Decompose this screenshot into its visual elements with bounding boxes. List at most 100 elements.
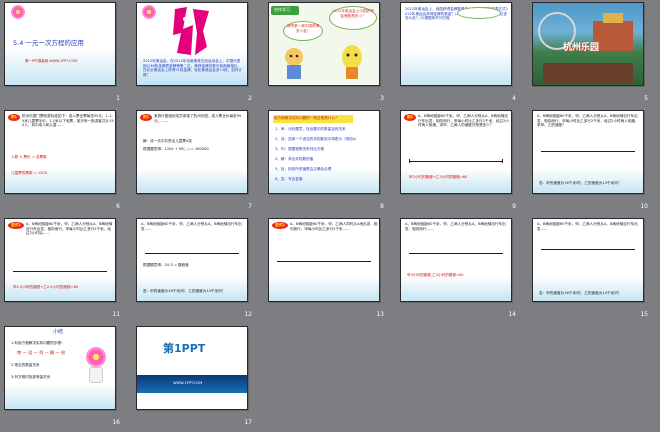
vase-icon [89, 367, 103, 383]
answer-line: 答：甲的速度为16千米/时，乙的速度为14千米/时 [539, 291, 619, 295]
slide-title: 用方程解决实际问题的一般过程是什么？ [274, 116, 339, 120]
equation-line: 甲3小时的路程-乙3小时的路程=60 [407, 273, 464, 277]
slide-number: 7 [248, 203, 252, 210]
slide-number: 12 [244, 311, 252, 318]
answer-line: 答：甲的速度为16千米/时，乙的速度为14千米/时 [539, 181, 619, 185]
slide-thumbnail-2[interactable]: 2012年奥运会，在2012年伦敦奥林匹克运动会上，中国代表团以38枚金牌居奖牌… [136, 2, 248, 86]
slide-text: 某旅行团组织成员参观了杭州乐园，成人票全价每张95元，…… [154, 114, 242, 123]
distance-line [277, 261, 371, 262]
distance-line [541, 151, 635, 152]
slide-background [269, 219, 379, 301]
distance-line [541, 249, 635, 250]
slide-number: 15 [640, 311, 648, 318]
brand-url: WWW.1PPT.COM [173, 381, 203, 385]
flower-icon [140, 5, 158, 19]
slide-thumbnail-17[interactable]: 第1PPT WWW.1PPT.COM [136, 326, 248, 410]
step-item: 3、列：根据相等关系列出方程 [275, 147, 325, 151]
slide-thumbnail-9[interactable]: 例2 A、B两地相距60千米，甲、乙两人分别从A、B两地骑自行车出发，相向而行，… [400, 110, 512, 194]
slide-thumbnail-3[interactable]: 合作学习 请举第一奥中国获得多少金？ 2012年奥运会上中国获得金牌数是多少？ [268, 2, 380, 86]
slide-thumbnail-6[interactable]: 例1 杭州乐园门票收费标准如下：成人票全票每张95元、1-1.5米儿童票半价，1… [4, 110, 116, 194]
slide-thumbnail-1[interactable]: 5.4 一元一次方程的应用 第一PPT模板网-WWW.1PPT.COM [4, 2, 116, 86]
step-item: 5、检：检验所求值是否正确及合理 [275, 167, 332, 171]
slide-number: 11 [112, 311, 120, 318]
variant-tag: 变式1 [8, 222, 24, 229]
slide-number: 9 [512, 203, 516, 210]
slide-text: A、B两地相距60千米，甲、乙两人同时从A地出发，相向而行，甲每小时比乙多行2千… [290, 222, 378, 231]
slide-number: 3 [380, 95, 384, 102]
slide-text: A、B两地相距60千米，甲、乙两人分别从A、B两地骑自行车出发，相向而行，甲每小… [418, 114, 509, 128]
slide-thumbnail-5[interactable]: 杭州乐园 [532, 2, 644, 86]
distance-line [409, 253, 503, 254]
step-item: 6、答：写出答案 [275, 177, 303, 181]
slide-caption: 第一PPT模板网-WWW.1PPT.COM [25, 59, 78, 63]
slide-text: 2012年奥运会，在2012年伦敦奥林匹克运动会上，中国代表团以38枚金牌居奖牌… [143, 59, 242, 77]
example-tag: 例1 [8, 114, 20, 121]
distance-line [13, 271, 107, 272]
slide-number: 6 [116, 203, 120, 210]
slide-title: 小结 [53, 329, 64, 335]
example-tag: 例1 [140, 114, 152, 121]
slide-number: 13 [376, 311, 384, 318]
cartoon-character-icon [285, 48, 303, 79]
distance-line [409, 161, 503, 162]
slide-number: 17 [244, 419, 252, 426]
slide-thumbnail-15[interactable]: A、B两地相距60千米，甲、乙两人分别从A、B两地骑自行车出发…… 答：甲的速度… [532, 218, 644, 302]
answer-line: 答：甲的速度为16千米/时，乙的速度为14千米/时 [143, 289, 223, 293]
slide-text: 杭州乐园门票收费标准如下：成人票全票每张95元、1-1.5米儿童票半价，1.2米… [22, 114, 114, 128]
slide-background [137, 111, 247, 193]
slide-title: 5.4 一元一次方程的应用 [13, 39, 84, 47]
summary-line: 2.常见的数量关系 [11, 363, 40, 367]
line-tick [502, 159, 503, 163]
slide-thumbnail-11[interactable]: 变式1 A、B两地相距60千米，甲、乙两人分别从A、B两地骑自行车出发，相向而行… [4, 218, 116, 302]
slide-thumbnail-4[interactable]: 2012年奥运会上，我国获得金牌数是多少？(1)用哪些量表达式2012年奥运会获… [400, 2, 512, 86]
slide-line: 根据题意得：120x + 95(...) = 160000 [143, 147, 209, 151]
slide-number: 4 [512, 95, 516, 102]
slide-thumbnail-10[interactable]: A、B两地相距60千米，甲、乙两人分别从A、B两地骑自行车出发，相向而行，甲每小… [532, 110, 644, 194]
speech-bubble-right: 2012年奥运会上中国获得金牌数是多少？ [329, 6, 377, 30]
slide-text: A、B两地相距60千米，甲、乙两人分别从A、B两地骑自行车出发…… [141, 222, 242, 231]
slide-line: 儿童票的票款 = 1200 [11, 171, 48, 175]
summary-line: 1.利用方程解决实际问题的步骤： [11, 341, 65, 345]
brand-logo: 第1PPT [163, 342, 206, 355]
slide-text: A、B两地相距60千米，甲、乙两人分别从A、B两地骑自行车出发，相向而行，甲每小… [26, 222, 113, 236]
step-item: 2、设：选择一个适当的未知数用字母表示（例如x） [275, 137, 359, 141]
slide-thumbnail-12[interactable]: A、B两地相距60千米，甲、乙两人分别从A、B两地骑自行车出发…… 根据题意得：… [136, 218, 248, 302]
slide-number: 10 [640, 203, 648, 210]
slide-number: 2 [248, 95, 252, 102]
slide-background [401, 219, 511, 301]
slide-text: A、B两地相距60千米，甲、乙两人分别从A、B两地骑自行车出发…… [537, 222, 638, 231]
equation-line: 根据题意得：20-3 = 路程差 [143, 263, 189, 267]
photo-caption: 杭州乐园 [563, 43, 600, 53]
slide-line: 解：设一天中共售出儿童票x张 [143, 139, 192, 143]
slide-number: 14 [508, 311, 516, 318]
flower-icon [9, 5, 27, 19]
slide-number: 16 [112, 419, 120, 426]
label-badge: 合作学习 [271, 6, 299, 15]
slide-thumbnail-13[interactable]: 变式2 A、B两地相距60千米，甲、乙两人同时从A地出发，相向而行，甲每小时比乙… [268, 218, 380, 302]
step-item: 4、解：求出未知数的值 [275, 157, 314, 161]
summary-line: 3.列方程时找准等量关系 [11, 375, 51, 379]
speech-bubble-left: 请举第一奥中国获得多少金？ [283, 21, 323, 41]
slide-number: 1 [116, 95, 120, 102]
line-tick [409, 159, 410, 163]
slide-text: A、B两地相距60千米，甲、乙两人分别从A、B两地骑自行车出发，相向而行，甲每小… [537, 114, 639, 128]
slide-thumbnail-7[interactable]: 例1 某旅行团组织成员参观了杭州乐园，成人票全价每张95元，…… 解：设一天中共… [136, 110, 248, 194]
slide-thumbnail-8[interactable]: 用方程解决实际问题的一般过程是什么？ 1、审：分析题意，找出题中的数量及其关系 … [268, 110, 380, 194]
london-2012-logo-icon [173, 7, 209, 55]
flower-icon [83, 347, 109, 367]
slide-thumbnail-16[interactable]: 小结 1.利用方程解决实际问题的步骤： 审 — 设 — 列 — 解 — 检 2.… [4, 326, 116, 410]
distance-line [145, 253, 239, 254]
variant-tag: 变式2 [272, 222, 288, 229]
equation-line: 甲2小时的路程+乙2小时的路程=60 [409, 175, 468, 179]
slide-line: 人数 × 票价 = 总票款 [11, 155, 47, 159]
example-tag: 例2 [404, 114, 416, 121]
speech-bubble [457, 7, 501, 19]
step-item: 1、审：分析题意，找出题中的数量及其关系 [275, 127, 346, 131]
slide-number: 8 [380, 203, 384, 210]
cartoon-character-icon [342, 45, 362, 79]
slide-thumbnail-14[interactable]: A、B两地相距60千米，甲、乙两人分别从A、B两地骑自行车出发，相向而行…… 甲… [400, 218, 512, 302]
equation-line: 甲2.5小时的路程+乙2.5小时的路程=60 [13, 285, 79, 289]
summary-line: 审 — 设 — 列 — 解 — 检 [17, 350, 66, 355]
slide-background [137, 327, 247, 409]
slide-background [533, 219, 643, 301]
